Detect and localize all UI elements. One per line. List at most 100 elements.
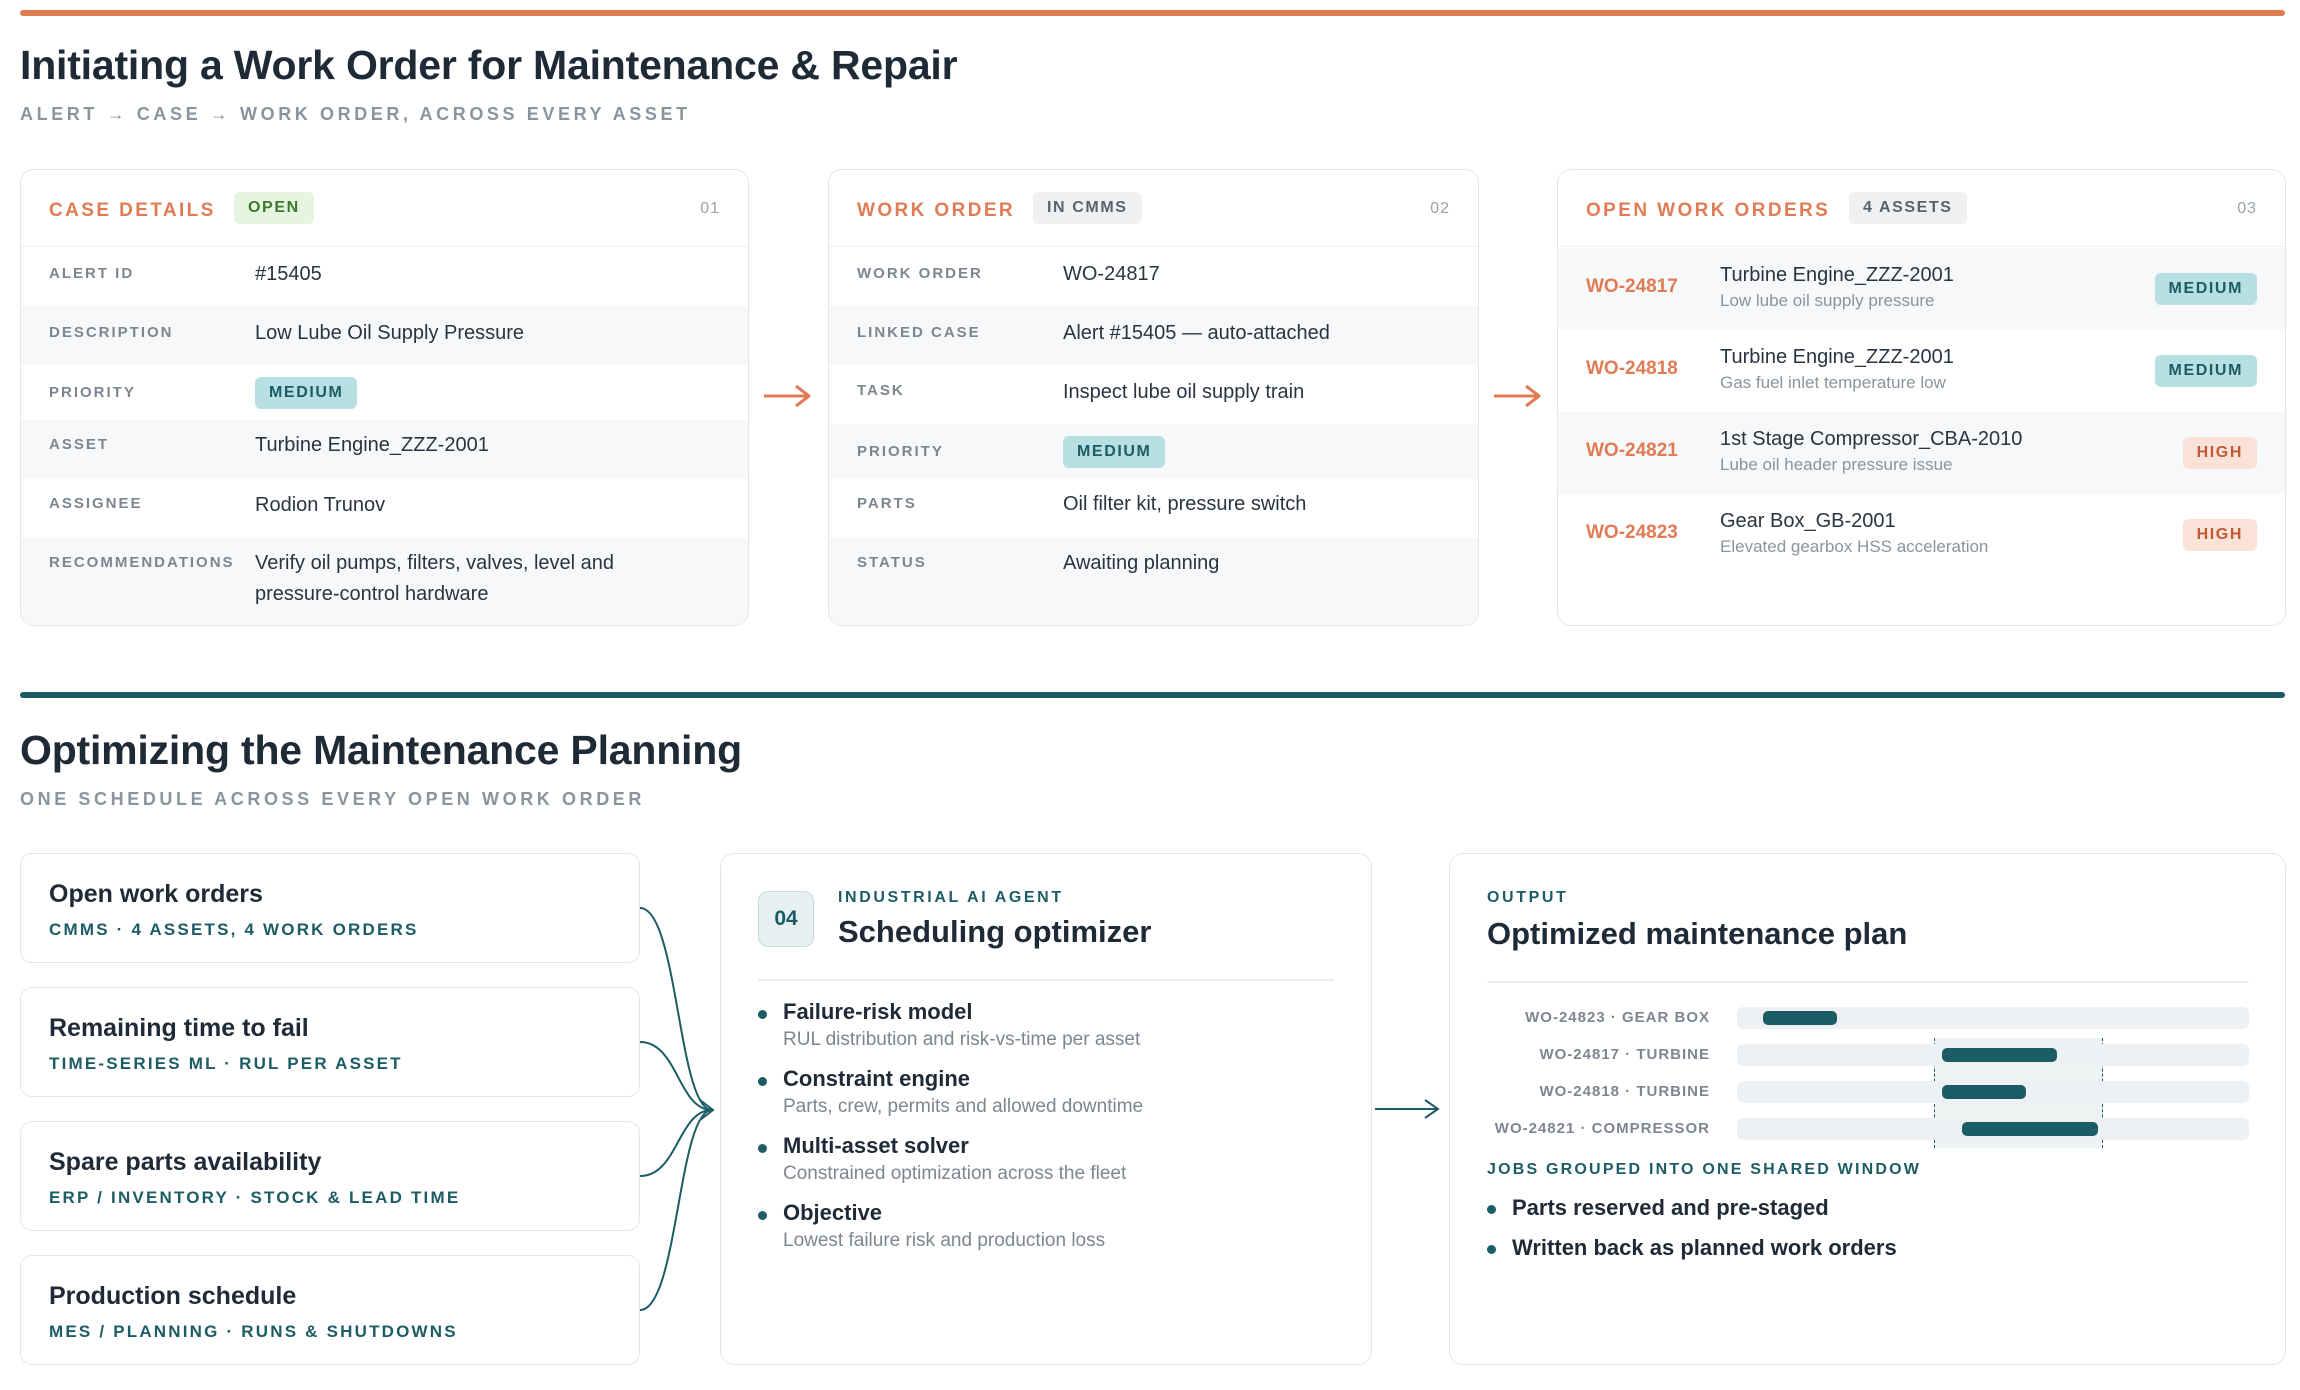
kv-label: RECOMMENDATIONS: [49, 554, 235, 571]
priority-tag: HIGH: [2182, 437, 2257, 469]
work-order-title: WORK ORDER: [857, 200, 1016, 221]
priority-tag: MEDIUM: [1063, 436, 1166, 468]
case-details-header: CASE DETAILS OPEN 01: [21, 170, 748, 247]
open-work-orders-header: OPEN WORK ORDERS 4 ASSETS 03: [1558, 170, 2285, 247]
work-order-header: WORK ORDER IN CMMS 02: [829, 170, 1478, 247]
gantt-bar: [1941, 1085, 2027, 1099]
case-details-card: CASE DETAILS OPEN 01 ALERT ID #15405 DES…: [20, 169, 749, 626]
work-order-row[interactable]: WO-24823 Gear Box_GB-2001 Elevated gearb…: [1558, 494, 2285, 576]
kv-label: LINKED CASE: [857, 324, 981, 341]
gantt-row-label: WO-24818 · TURBINE: [1539, 1083, 1710, 1100]
work-order-id: WO-24817: [1586, 276, 1678, 297]
kv-row: ALERT ID #15405: [21, 247, 748, 306]
divider: [758, 979, 1334, 981]
work-order-row[interactable]: WO-24817 Turbine Engine_ZZZ-2001 Low lub…: [1558, 248, 2285, 330]
top-accent-rule: [20, 10, 2285, 16]
kv-row: PARTS Oil filter kit, pressure switch: [829, 479, 1478, 538]
card-number: 03: [2237, 200, 2257, 217]
kv-row: ASSET Turbine Engine_ZZZ-2001: [21, 420, 748, 479]
priority-tag: MEDIUM: [2154, 355, 2257, 387]
step-badge: 04: [758, 891, 814, 947]
priority-badge: MEDIUM: [1063, 435, 1166, 468]
bullet-title: Constraint engine: [783, 1066, 971, 1091]
bullet-desc: Parts, crew, permits and allowed downtim…: [783, 1096, 1144, 1117]
kv-label: ASSET: [49, 436, 110, 453]
kv-value: Inspect lube oil supply train: [1063, 381, 1305, 403]
kv-value: Verify oil pumps, filters, valves, level…: [255, 552, 615, 605]
kv-row: RECOMMENDATIONS Verify oil pumps, filter…: [21, 538, 748, 625]
bullet-desc: Constrained optimization across the flee…: [783, 1163, 1127, 1184]
bullet-desc: Lowest failure risk and production loss: [783, 1230, 1106, 1251]
input-title: Spare parts availability: [49, 1148, 322, 1176]
kv-label: PARTS: [857, 495, 917, 512]
gantt-row-label: WO-24817 · TURBINE: [1539, 1046, 1710, 1063]
work-order-row[interactable]: WO-24821 1st Stage Compressor_CBA-2010 L…: [1558, 412, 2285, 494]
arrow-right-icon: [764, 384, 811, 408]
work-order-row[interactable]: WO-24818 Turbine Engine_ZZZ-2001 Gas fue…: [1558, 330, 2285, 412]
gantt-row-label: WO-24823 · GEAR BOX: [1525, 1009, 1710, 1026]
bullet-title: Multi-asset solver: [783, 1133, 969, 1158]
open-work-orders-title: OPEN WORK ORDERS: [1586, 200, 1831, 221]
section2-subtitle: ONE SCHEDULE ACROSS EVERY OPEN WORK ORDE…: [20, 789, 645, 809]
case-details-title: CASE DETAILS: [49, 200, 216, 221]
kv-row: TASK Inspect lube oil supply train: [829, 365, 1478, 424]
kv-value: Alert #15405 — auto-attached: [1063, 322, 1330, 344]
kv-row: DESCRIPTION Low Lube Oil Supply Pressure: [21, 306, 748, 365]
work-order-asset: Gear Box_GB-2001: [1720, 510, 1896, 532]
window-caption: JOBS GROUPED INTO ONE SHARED WINDOW: [1487, 1161, 1922, 1178]
input-title: Remaining time to fail: [49, 1014, 309, 1042]
section1-subtitle: ALERT → CASE → WORK ORDER, ACROSS EVERY …: [20, 104, 691, 124]
input-source: CMMS · 4 ASSETS, 4 WORK ORDERS: [49, 920, 419, 939]
bullet-dot: [758, 1010, 767, 1019]
work-order-card: WORK ORDER IN CMMS 02 WORK ORDER WO-2481…: [828, 169, 1479, 626]
kv-label: TASK: [857, 382, 905, 399]
section-divider-rule: [20, 692, 2285, 698]
work-order-issue: Elevated gearbox HSS acceleration: [1720, 537, 1989, 556]
kv-label: ALERT ID: [49, 265, 135, 282]
bullet-desc: RUL distribution and risk-vs-time per as…: [783, 1029, 1141, 1050]
kv-label: PRIORITY: [49, 384, 136, 401]
assets-count-badge: 4 ASSETS: [1849, 192, 1967, 224]
kv-value: Low Lube Oil Supply Pressure: [255, 322, 525, 344]
bullet-dot: [1487, 1205, 1496, 1214]
section2-title: Optimizing the Maintenance Planning: [20, 727, 742, 773]
gantt-track: [1737, 1118, 2249, 1140]
gantt-bar: [1941, 1048, 2057, 1062]
work-order-id: WO-24821: [1586, 440, 1678, 461]
divider: [1487, 981, 2249, 983]
kv-label: STATUS: [857, 554, 927, 571]
kv-row: PRIORITY MEDIUM: [829, 424, 1478, 479]
section1-title: Initiating a Work Order for Maintenance …: [20, 42, 958, 88]
input-source: ERP / INVENTORY · STOCK & LEAD TIME: [49, 1188, 461, 1207]
input-card-spare-parts: Spare parts availability ERP / INVENTORY…: [20, 1121, 640, 1231]
gantt-track: [1737, 1044, 2249, 1066]
kv-value: WO-24817: [1063, 263, 1160, 285]
optimized-plan-card: OUTPUT Optimized maintenance plan WO-248…: [1449, 853, 2286, 1365]
input-card-production-schedule: Production schedule MES / PLANNING · RUN…: [20, 1255, 640, 1365]
arrow-right-icon: [1375, 1099, 1440, 1119]
input-source: MES / PLANNING · RUNS & SHUTDOWNS: [49, 1322, 458, 1341]
output-bullet-text: Parts reserved and pre-staged: [1512, 1195, 1829, 1220]
kv-row: PRIORITY MEDIUM: [21, 365, 748, 420]
gantt-track: [1737, 1081, 2249, 1103]
work-order-issue: Gas fuel inlet temperature low: [1720, 373, 1946, 392]
output-bullet-text: Written back as planned work orders: [1512, 1235, 1897, 1260]
optimizer-kicker: INDUSTRIAL AI AGENT: [838, 889, 1064, 906]
gantt-row-label: WO-24821 · COMPRESSOR: [1494, 1120, 1710, 1137]
bullet-title: Failure-risk model: [783, 999, 973, 1024]
gantt-bar: [1762, 1011, 1837, 1025]
kv-label: DESCRIPTION: [49, 324, 174, 341]
priority-tag: HIGH: [2182, 519, 2257, 551]
priority-tag: MEDIUM: [255, 377, 358, 409]
kv-row: ASSIGNEE Rodion Trunov: [21, 479, 748, 538]
output-kicker: OUTPUT: [1487, 889, 1569, 906]
work-order-asset: 1st Stage Compressor_CBA-2010: [1720, 428, 2023, 450]
input-title: Open work orders: [49, 880, 263, 908]
kv-value: Turbine Engine_ZZZ-2001: [255, 434, 489, 456]
merge-connectors: [639, 907, 715, 1311]
work-order-id: WO-24823: [1586, 522, 1678, 543]
priority-tag: MEDIUM: [2154, 273, 2257, 305]
work-order-asset: Turbine Engine_ZZZ-2001: [1720, 346, 1954, 368]
kv-value: Oil filter kit, pressure switch: [1063, 493, 1307, 515]
work-order-issue: Lube oil header pressure issue: [1720, 455, 1953, 474]
